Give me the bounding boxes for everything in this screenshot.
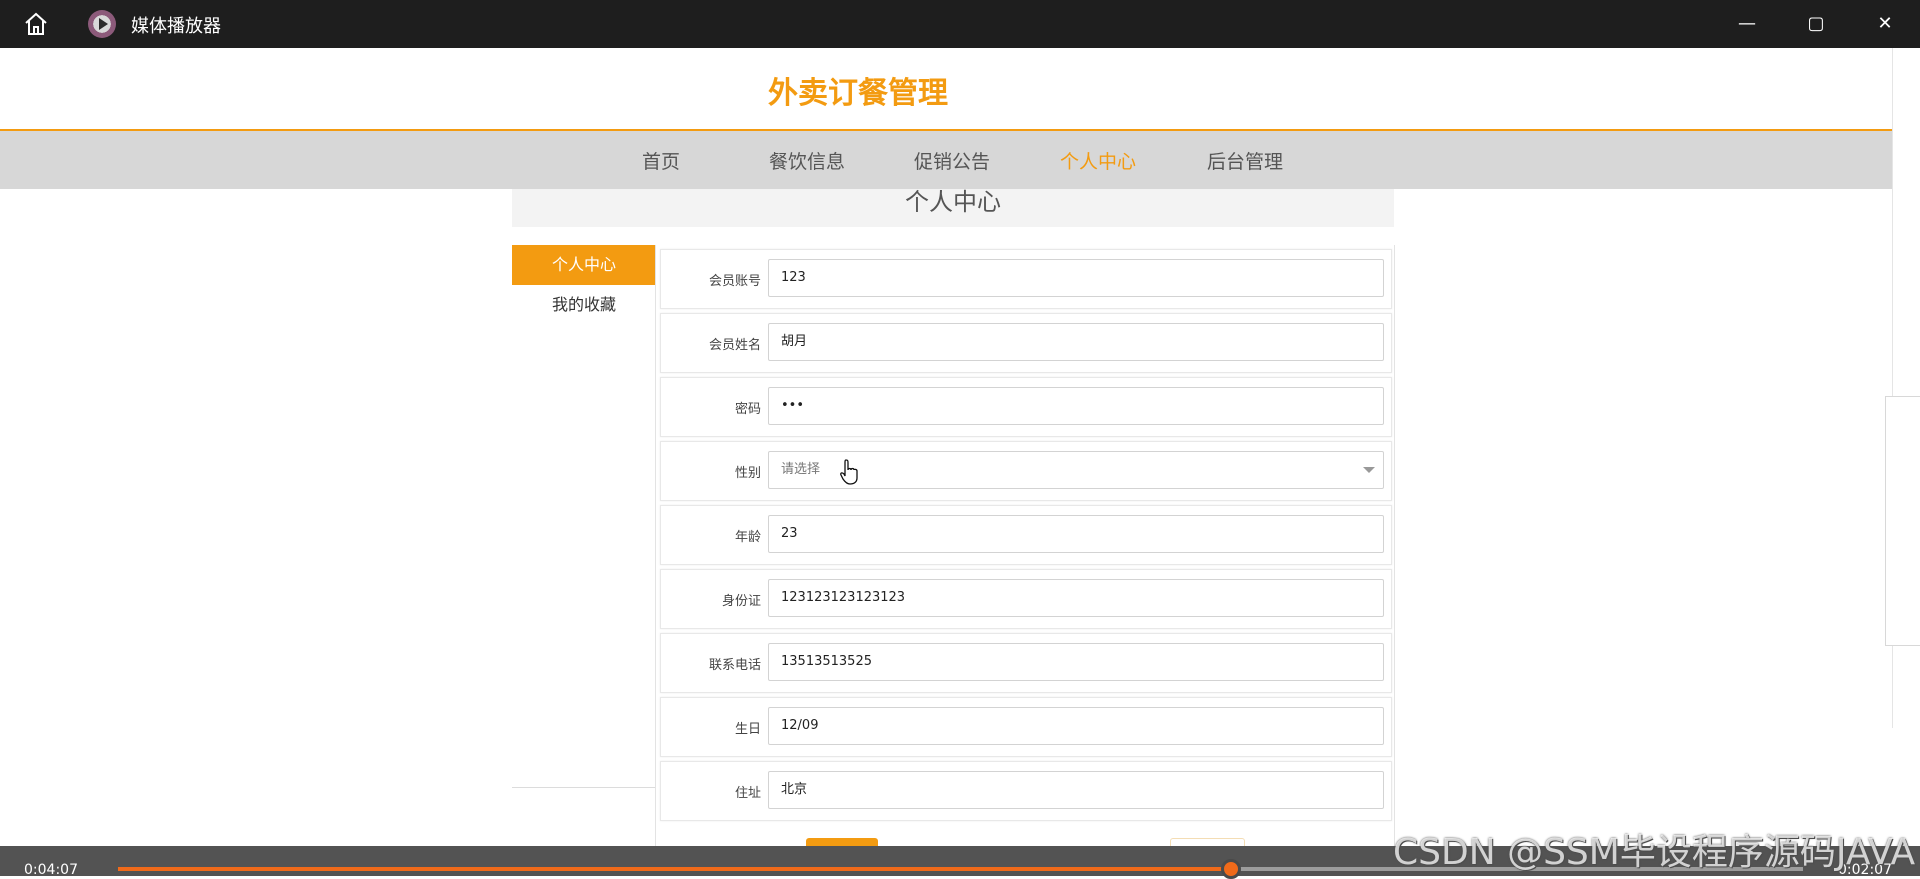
member-name-row: 会员姓名 胡月 [660, 313, 1392, 373]
birthday-row: 生日 12/09 [660, 697, 1392, 757]
nav-food-info[interactable]: 餐饮信息 [769, 147, 845, 174]
media-player-titlebar: 媒体播放器 — ▢ ✕ [0, 0, 1920, 48]
age-input[interactable]: 23 [768, 515, 1384, 553]
gender-select[interactable]: 请选择 [768, 451, 1384, 489]
nav-promotions[interactable]: 促销公告 [914, 147, 990, 174]
gender-row: 性别 请选择 [660, 441, 1392, 501]
watermark: CSDN @SSM毕设程序源码JAVA [1393, 832, 1916, 873]
phone-input[interactable]: 13513513525 [768, 643, 1384, 681]
member-account-label: 会员账号 [708, 274, 761, 289]
site-title: 外卖订餐管理 [768, 76, 948, 111]
nav-home[interactable]: 首页 [642, 147, 680, 174]
home-icon[interactable] [20, 10, 52, 38]
phone-label: 联系电话 [708, 658, 761, 673]
hand-cursor-icon [840, 459, 858, 485]
id-card-row: 身份证 123123123123123 [660, 569, 1392, 629]
nav-profile[interactable]: 个人中心 [1060, 147, 1136, 174]
media-player-icon [88, 10, 116, 38]
gender-select-placeholder: 请选择 [781, 462, 821, 477]
password-row: 密码 ••• [660, 377, 1392, 437]
birthday-label: 生日 [734, 722, 761, 737]
page-title-bar: 个人中心 [512, 189, 1394, 227]
member-name-input[interactable]: 胡月 [768, 323, 1384, 361]
member-account-row: 会员账号 123 [660, 249, 1392, 309]
id-card-label: 身份证 [721, 594, 761, 609]
side-scroll-tab[interactable] [1885, 396, 1920, 646]
main-navigation: 首页 餐饮信息 促销公告 个人中心 后台管理 [0, 131, 1892, 189]
member-name-label: 会员姓名 [708, 338, 761, 353]
page-title: 个人中心 [905, 188, 1001, 216]
sidebar-item-favorites[interactable]: 我的收藏 [512, 285, 656, 325]
site-header: 外卖订餐管理 [0, 48, 1892, 131]
restore-button[interactable]: ▢ [1793, 8, 1839, 40]
sidebar-item-profile[interactable]: 个人中心 [512, 245, 656, 285]
nav-admin[interactable]: 后台管理 [1207, 147, 1283, 174]
profile-form: 会员账号 123 会员姓名 胡月 密码 ••• 性别 请选择 年龄 23 身份证… [655, 245, 1395, 876]
progress-thumb[interactable] [1220, 859, 1241, 879]
close-button[interactable]: ✕ [1862, 8, 1908, 40]
minimize-button[interactable]: — [1724, 8, 1770, 40]
address-label: 住址 [734, 786, 761, 801]
member-account-input[interactable]: 123 [768, 259, 1384, 297]
profile-sidebar: 个人中心 我的收藏 [512, 245, 656, 788]
birthday-input[interactable]: 12/09 [768, 707, 1384, 745]
progress-fill [118, 867, 1231, 871]
chevron-down-icon [1363, 467, 1375, 473]
window-title: 媒体播放器 [131, 16, 221, 37]
password-input[interactable]: ••• [768, 387, 1384, 425]
password-label: 密码 [734, 402, 761, 417]
age-row: 年龄 23 [660, 505, 1392, 565]
phone-row: 联系电话 13513513525 [660, 633, 1392, 693]
gender-label: 性别 [734, 466, 761, 481]
id-card-input[interactable]: 123123123123123 [768, 579, 1384, 617]
age-label: 年龄 [734, 530, 761, 545]
address-input[interactable]: 北京 [768, 771, 1384, 809]
address-row: 住址 北京 [660, 761, 1392, 821]
